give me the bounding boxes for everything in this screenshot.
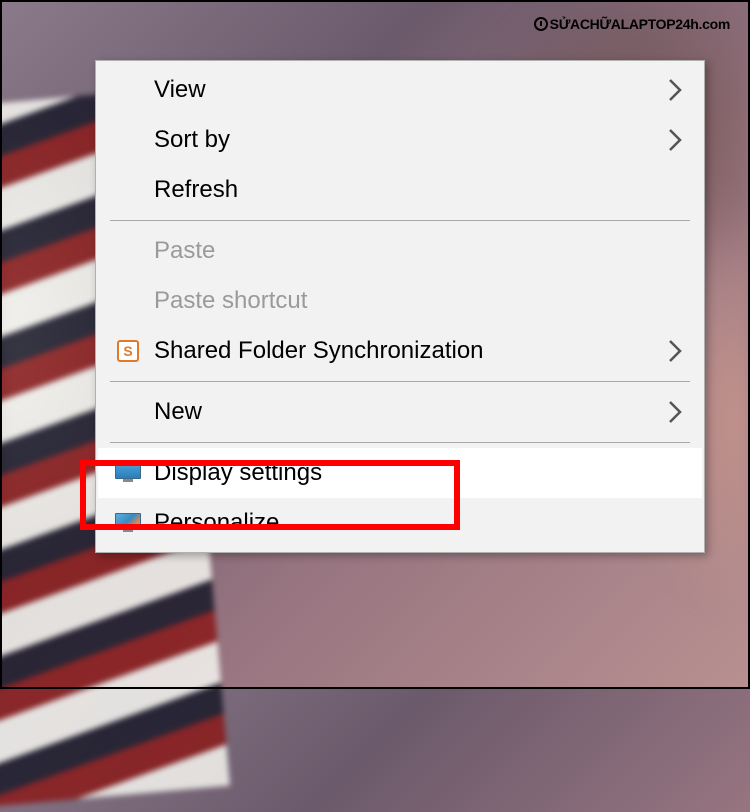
menu-item-display-settings[interactable]: Display settings (98, 448, 702, 498)
menu-item-view[interactable]: View (98, 65, 702, 115)
watermark-label: SỬACHỮALAPTOP24h.com (534, 16, 730, 32)
menu-separator (110, 442, 690, 443)
watermark-text: SỬACHỮALAPTOP24h.com (550, 16, 730, 32)
menu-item-shared-folder-sync[interactable]: S Shared Folder Synchronization (98, 326, 702, 376)
chevron-right-icon (668, 78, 682, 102)
menu-label: Display settings (154, 459, 322, 487)
desktop-context-menu: View Sort by Refresh Paste Paste shortcu… (95, 60, 705, 553)
menu-item-paste: Paste (98, 226, 702, 276)
gear-icon (534, 17, 548, 31)
s-sync-icon: S (114, 337, 142, 365)
monitor-icon (114, 459, 142, 487)
menu-item-paste-shortcut: Paste shortcut (98, 276, 702, 326)
menu-item-personalize[interactable]: Personalize (98, 498, 702, 548)
chevron-right-icon (668, 400, 682, 424)
menu-label: Personalize (154, 509, 279, 537)
personalize-icon (114, 509, 142, 537)
menu-separator (110, 381, 690, 382)
menu-item-refresh[interactable]: Refresh (98, 165, 702, 215)
menu-item-sort-by[interactable]: Sort by (98, 115, 702, 165)
menu-label: View (154, 76, 206, 104)
menu-item-new[interactable]: New (98, 387, 702, 437)
menu-label: Refresh (154, 176, 238, 204)
menu-separator (110, 220, 690, 221)
chevron-right-icon (668, 339, 682, 363)
menu-label: Sort by (154, 126, 230, 154)
menu-label: Shared Folder Synchronization (154, 337, 484, 365)
chevron-right-icon (668, 128, 682, 152)
menu-label: New (154, 398, 202, 426)
menu-label: Paste shortcut (154, 287, 307, 315)
menu-label: Paste (154, 237, 215, 265)
